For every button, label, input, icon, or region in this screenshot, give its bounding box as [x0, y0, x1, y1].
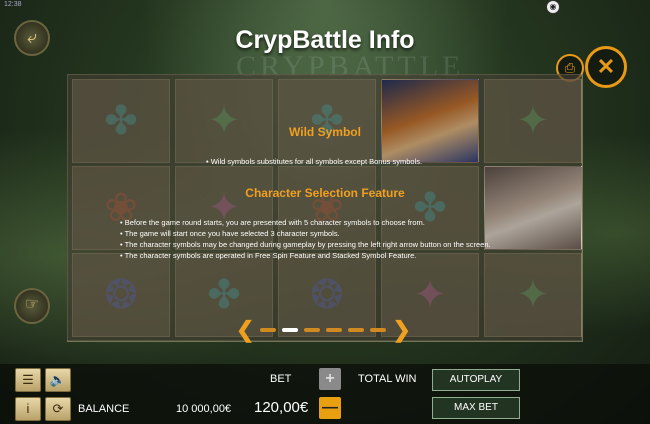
turbo-icon[interactable]: ⟳: [45, 397, 71, 421]
hand-icon[interactable]: ☞: [14, 288, 50, 324]
total-win-label: TOTAL WIN: [358, 373, 417, 385]
list-item: The game will start once you have select…: [120, 228, 491, 239]
list-item: The character symbols are operated in Fr…: [120, 250, 491, 261]
list-item: Before the game round starts, you are pr…: [120, 217, 491, 228]
balance-value: 10 000,00€: [176, 403, 232, 415]
page-dot[interactable]: [260, 328, 277, 332]
bet-label: BET: [270, 373, 292, 385]
character-selection-list: Before the game round starts, you are pr…: [120, 217, 491, 261]
character-selection-heading: Character Selection Feature: [245, 186, 405, 200]
prev-page-icon[interactable]: ❮: [236, 319, 254, 341]
balance-label: BALANCE: [78, 403, 130, 415]
info-overlay: [67, 74, 581, 340]
list-item: The character symbols may be changed dur…: [120, 239, 491, 250]
page-indicator: ❮ ❯: [236, 319, 411, 341]
page-dot[interactable]: [348, 328, 365, 332]
wild-symbol-heading: Wild Symbol: [289, 125, 361, 139]
info-icon[interactable]: i: [15, 397, 41, 421]
page-dot[interactable]: [304, 328, 321, 332]
next-page-icon[interactable]: ❯: [392, 319, 410, 341]
page-dot[interactable]: [282, 328, 299, 332]
increase-bet-button[interactable]: +: [319, 368, 341, 390]
page-dots: [260, 328, 387, 332]
max-bet-button[interactable]: MAX BET: [432, 397, 520, 419]
decrease-bet-button[interactable]: —: [319, 397, 341, 419]
status-clock: 12:38: [4, 1, 22, 8]
menu-icon[interactable]: ☰: [15, 368, 41, 392]
page-dot[interactable]: [370, 328, 387, 332]
close-icon[interactable]: ✕: [585, 46, 627, 88]
page-dot[interactable]: [326, 328, 343, 332]
autoplay-button[interactable]: AUTOPLAY: [432, 369, 520, 391]
system-status-icon: ◉: [546, 0, 560, 14]
sound-icon[interactable]: 🔈: [45, 368, 71, 392]
page-title: CrypBattle Info: [235, 26, 415, 54]
bet-value: 120,00€: [254, 399, 309, 416]
wild-symbol-text: Wild symbols substitutes for all symbols…: [206, 157, 422, 166]
